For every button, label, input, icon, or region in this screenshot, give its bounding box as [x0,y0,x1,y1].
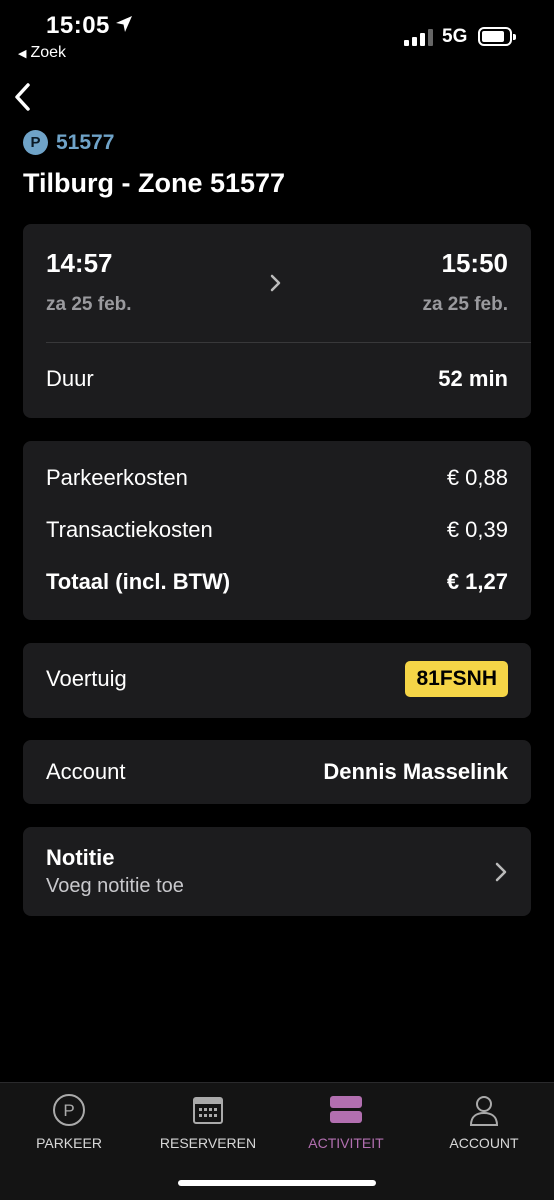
tab-label: PARKEER [36,1135,102,1151]
duration-label: Duur [46,366,94,391]
network-type: 5G [442,26,468,47]
activity-stack-icon [330,1096,362,1123]
account-label: Account [46,759,126,784]
home-indicator[interactable] [178,1180,376,1186]
back-triangle-icon: ◀ [18,48,27,60]
date-row: za 25 feb. za 25 feb. [46,294,508,316]
chevron-right-icon [495,862,507,882]
signal-strength-icon [404,28,433,46]
duration-value: 52 min [438,366,508,391]
session-time-card: 14:57 15:50 za 25 feb. za 25 feb. Duur 5… [23,224,531,418]
end-time: 15:50 [441,248,509,278]
location-arrow-icon [116,16,132,32]
chevron-left-icon [15,83,30,111]
zone-number: 51577 [56,130,115,154]
zone-identifier: P 51577 [23,130,114,155]
vehicle-card: Voertuig 81FSNH [23,643,531,718]
back-button[interactable] [10,80,36,114]
person-icon [469,1096,499,1126]
total-cost-value: € 1,27 [446,569,508,594]
vehicle-label: Voertuig [46,666,127,691]
calendar-icon [193,1097,223,1124]
parking-circle-icon: P [53,1094,85,1126]
vehicle-row: Voertuig 81FSNH [46,661,508,697]
page-title: Tilburg - Zone 51577 [23,168,286,198]
tab-label: ACCOUNT [449,1135,519,1151]
back-app-label: Zoek [30,44,67,61]
status-time: 15:05 [46,12,110,39]
tab-activiteit[interactable]: ACTIVITEIT [286,1093,406,1151]
transaction-cost-label: Transactiekosten [46,517,213,542]
tab-account[interactable]: ACCOUNT [424,1093,544,1151]
chevron-right-icon [270,274,281,292]
start-date: za 25 feb. [46,294,132,315]
tab-parkeer[interactable]: P PARKEER [9,1093,129,1151]
end-date: za 25 feb. [422,294,508,315]
parking-cost-value: € 0,88 [446,465,508,490]
duration-row: Duur 52 min [46,366,508,392]
parking-cost-row: Parkeerkosten € 0,88 [46,465,508,491]
note-title: Notitie [46,845,115,870]
parking-cost-label: Parkeerkosten [46,465,188,490]
status-bar: 15:05 ◀ Zoek 5G [0,0,554,70]
transaction-cost-row: Transactiekosten € 0,39 [46,517,508,543]
back-to-app-link[interactable]: ◀ Zoek [18,44,66,62]
tab-reserveren[interactable]: RESERVEREN [148,1093,268,1151]
total-cost-label: Totaal (incl. BTW) [46,569,231,594]
start-time: 14:57 [46,248,113,278]
battery-icon [478,27,516,46]
costs-card: Parkeerkosten € 0,88 Transactiekosten € … [23,441,531,620]
account-row: Account Dennis Masselink [46,759,508,785]
svg-text:P: P [63,1101,74,1120]
total-cost-row: Totaal (incl. BTW) € 1,27 [46,569,508,595]
tab-label: ACTIVITEIT [308,1135,384,1151]
license-plate: 81FSNH [405,661,508,697]
transaction-cost-value: € 0,39 [446,517,508,542]
account-name: Dennis Masselink [323,759,508,784]
account-card: Account Dennis Masselink [23,740,531,804]
tab-label: RESERVEREN [159,1135,257,1151]
divider [46,342,531,343]
note-card[interactable]: Notitie Voeg notitie toe [23,827,531,916]
note-subtitle: Voeg notitie toe [46,875,184,897]
parking-badge-icon: P [23,130,48,155]
